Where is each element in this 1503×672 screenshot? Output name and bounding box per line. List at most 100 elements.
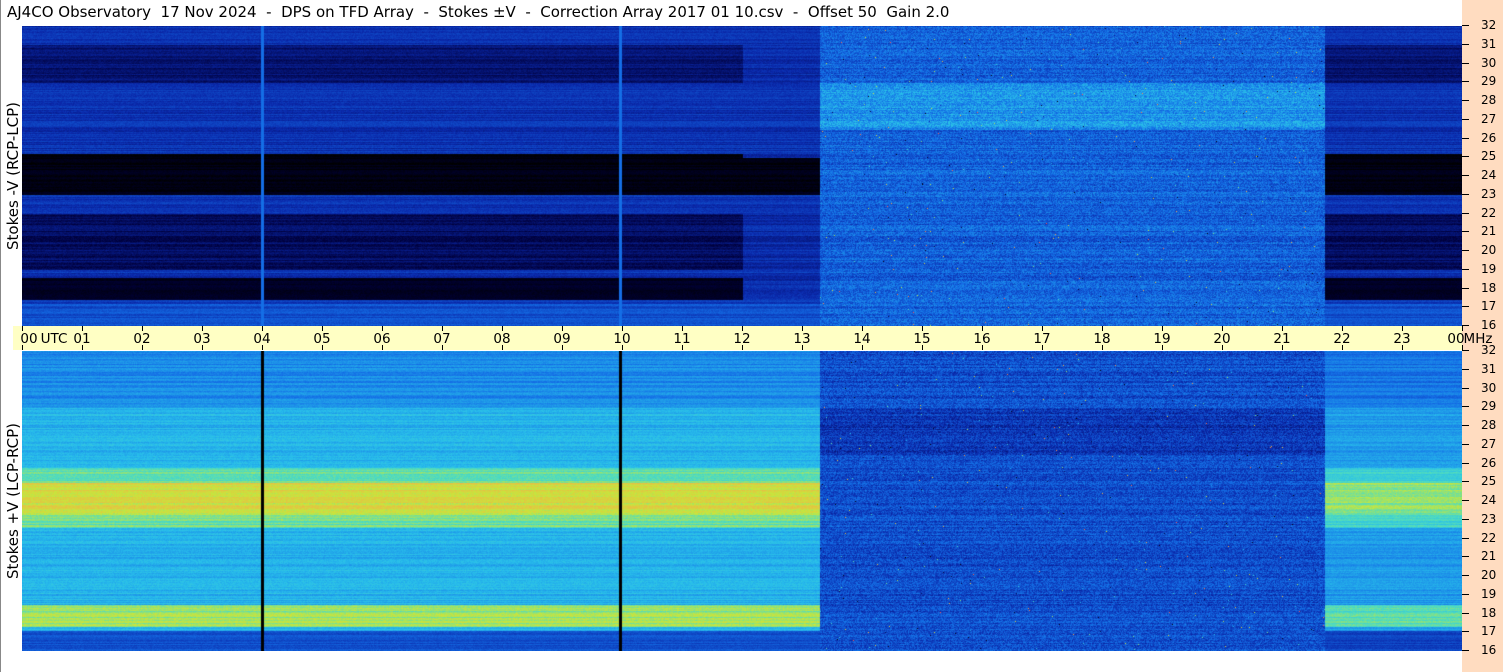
y-tick bbox=[1462, 25, 1469, 26]
y-tick-label: 20 bbox=[1481, 568, 1497, 582]
y-tick bbox=[1462, 62, 1469, 64]
y-tick-label: 21 bbox=[1481, 549, 1497, 564]
y-tick-label: 17 bbox=[1481, 624, 1497, 639]
y-tick-label: 30 bbox=[1481, 55, 1497, 70]
x-tick-label: 19 bbox=[1153, 331, 1171, 347]
y-tick-label: 26 bbox=[1481, 455, 1497, 470]
x-tick-label: 20 bbox=[1213, 331, 1231, 347]
y-tick bbox=[1462, 593, 1469, 595]
y-tick bbox=[1462, 250, 1469, 251]
y-tick-label: 22 bbox=[1481, 205, 1497, 220]
y-tick bbox=[1462, 650, 1469, 651]
x-tick-label: 05 bbox=[313, 331, 331, 347]
x-tick-label: 15 bbox=[913, 331, 931, 347]
y-tick bbox=[1462, 612, 1469, 614]
y-tick bbox=[1462, 156, 1469, 158]
y-tick bbox=[1462, 81, 1469, 83]
x-tick-label: 21 bbox=[1273, 331, 1291, 347]
y-tick bbox=[1462, 350, 1469, 351]
y-tick bbox=[1462, 118, 1469, 120]
y-tick-label: 30 bbox=[1481, 380, 1497, 395]
top-panel-ylabel: Stokes -V (RCP-LCP) bbox=[4, 102, 22, 250]
x-tick-label: 23 bbox=[1393, 331, 1411, 347]
x-tick-label: 07 bbox=[433, 331, 451, 347]
y-tick-label: 16 bbox=[1481, 318, 1497, 332]
y-tick-label: 32 bbox=[1481, 343, 1497, 357]
y-tick-label: 21 bbox=[1481, 224, 1497, 239]
y-tick bbox=[1462, 556, 1469, 558]
x-unit-left: UTC bbox=[40, 331, 68, 347]
y-tick bbox=[1462, 306, 1469, 308]
x-tick-label: 10 bbox=[613, 331, 631, 347]
y-tick-label: 23 bbox=[1481, 511, 1497, 526]
x-tick-label: 22 bbox=[1333, 331, 1351, 347]
x-tick-label: 04 bbox=[253, 331, 271, 347]
x-tick-label: 00 bbox=[20, 331, 38, 347]
x-tick-label: 03 bbox=[193, 331, 211, 347]
y-tick bbox=[1462, 137, 1469, 139]
y-tick bbox=[1462, 212, 1469, 214]
y-tick bbox=[1462, 193, 1469, 195]
x-tick-label: 14 bbox=[853, 331, 871, 347]
y-tick-label: 31 bbox=[1481, 361, 1497, 376]
y-tick bbox=[1462, 500, 1469, 501]
y-tick bbox=[1462, 100, 1469, 101]
y-tick-label: 27 bbox=[1481, 436, 1497, 451]
y-tick bbox=[1462, 325, 1469, 326]
y-tick-label: 24 bbox=[1481, 168, 1497, 182]
x-tick-label: 00 bbox=[1447, 331, 1465, 347]
y-tick bbox=[1462, 287, 1469, 289]
y-tick bbox=[1462, 406, 1469, 408]
y-tick bbox=[1462, 537, 1469, 539]
y-tick bbox=[1462, 268, 1469, 270]
y-tick-label: 32 bbox=[1481, 18, 1497, 32]
x-tick-label: 06 bbox=[373, 331, 391, 347]
spectrogram-window: AJ4CO Observatory 17 Nov 2024 - DPS on T… bbox=[0, 0, 1503, 672]
y-tick bbox=[1462, 481, 1469, 483]
y-tick-label: 23 bbox=[1481, 186, 1497, 201]
stokes-plus-v-heatmap bbox=[22, 351, 1462, 651]
y-tick-label: 22 bbox=[1481, 530, 1497, 545]
y-tick bbox=[1462, 387, 1469, 389]
x-tick-label: 02 bbox=[133, 331, 151, 347]
y-tick bbox=[1462, 231, 1469, 233]
x-tick-label: 12 bbox=[733, 331, 751, 347]
x-tick-label: 17 bbox=[1033, 331, 1051, 347]
y-tick-label: 28 bbox=[1481, 93, 1497, 107]
y-tick-label: 18 bbox=[1481, 280, 1497, 295]
y-tick-label: 17 bbox=[1481, 299, 1497, 314]
y-tick bbox=[1462, 443, 1469, 445]
y-tick-label: 25 bbox=[1481, 474, 1497, 489]
stokes-minus-v-heatmap bbox=[22, 26, 1462, 326]
y-tick bbox=[1462, 518, 1469, 520]
y-tick-label: 24 bbox=[1481, 493, 1497, 507]
y-tick-label: 27 bbox=[1481, 111, 1497, 126]
x-tick-label: 09 bbox=[553, 331, 571, 347]
chart-title: AJ4CO Observatory 17 Nov 2024 - DPS on T… bbox=[7, 3, 950, 21]
y-tick-label: 16 bbox=[1481, 643, 1497, 657]
y-tick bbox=[1462, 43, 1469, 45]
y-tick-label: 20 bbox=[1481, 243, 1497, 257]
x-tick-label: 11 bbox=[673, 331, 691, 347]
x-tick-label: 16 bbox=[973, 331, 991, 347]
y-tick bbox=[1462, 575, 1469, 576]
y-tick bbox=[1462, 462, 1469, 464]
bottom-panel-ylabel: Stokes +V (LCP-RCP) bbox=[4, 423, 22, 579]
x-tick-label: 08 bbox=[493, 331, 511, 347]
x-tick-label: 18 bbox=[1093, 331, 1111, 347]
y-tick-label: 28 bbox=[1481, 418, 1497, 432]
y-tick-label: 26 bbox=[1481, 130, 1497, 145]
y-tick bbox=[1462, 175, 1469, 176]
y-tick-label: 19 bbox=[1481, 261, 1497, 276]
y-tick-label: 29 bbox=[1481, 399, 1497, 414]
x-tick-label: 13 bbox=[793, 331, 811, 347]
y-tick-label: 18 bbox=[1481, 605, 1497, 620]
y-tick-label: 31 bbox=[1481, 36, 1497, 51]
y-tick-label: 25 bbox=[1481, 149, 1497, 164]
y-tick bbox=[1462, 631, 1469, 633]
y-tick bbox=[1462, 368, 1469, 370]
y-tick-label: 19 bbox=[1481, 586, 1497, 601]
y-tick bbox=[1462, 425, 1469, 426]
y-tick-label: 29 bbox=[1481, 74, 1497, 89]
x-tick-label: 01 bbox=[73, 331, 91, 347]
